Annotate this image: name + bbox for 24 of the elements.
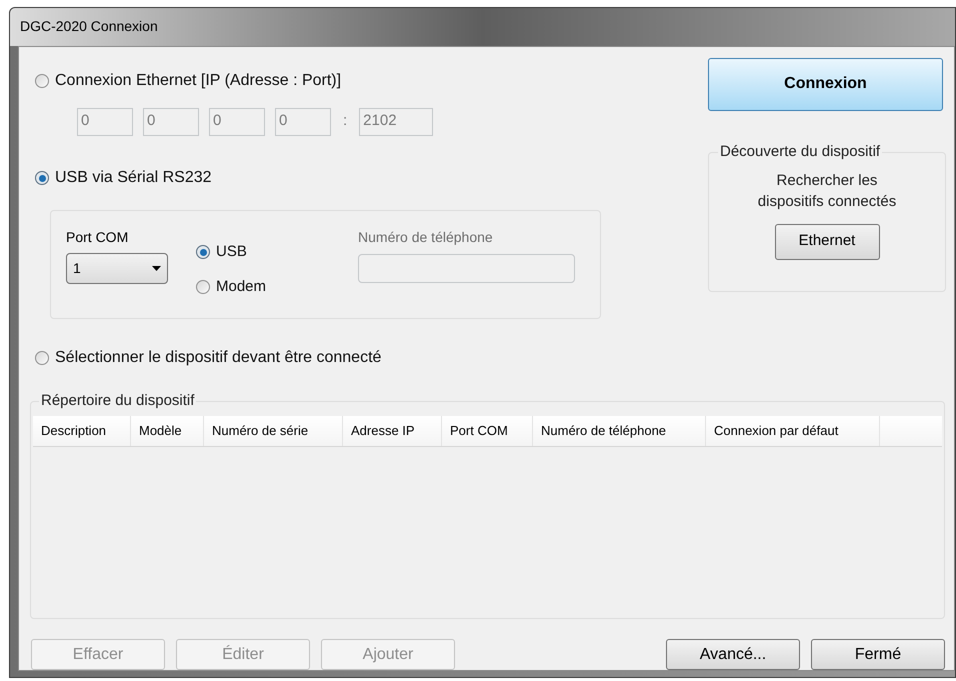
column-header[interactable]: Adresse IP — [343, 416, 442, 446]
column-header[interactable]: Modèle — [131, 416, 204, 446]
phone-label: Numéro de téléphone — [358, 228, 494, 247]
connect-button[interactable]: Connexion — [708, 58, 943, 110]
port-com-label: Port COM — [66, 228, 130, 247]
action-button[interactable]: Avancé... — [666, 639, 800, 670]
column-header[interactable]: Port COM — [442, 416, 533, 446]
action-button[interactable]: Fermé — [811, 639, 945, 670]
column-header[interactable]: Connexion par défaut — [706, 416, 880, 446]
ethernet-button[interactable]: Ethernet — [774, 224, 880, 260]
group-title: Répertoire du dispositif — [39, 392, 196, 410]
link-radio[interactable]: Modem — [196, 276, 266, 298]
port-com-dropdown[interactable]: 1 — [66, 253, 168, 284]
column-header[interactable]: Description — [33, 416, 131, 446]
column-header[interactable]: Numéro de téléphone — [533, 416, 706, 446]
link-radio[interactable]: USB — [196, 241, 266, 264]
discovery-text: Rechercher les dispositifs connectés — [756, 170, 898, 212]
group-title: Découverte du dispositif — [718, 142, 882, 160]
port-separator: : — [343, 111, 348, 132]
directory-radio[interactable]: Sélectionner le dispositif devant être connecté — [35, 346, 382, 370]
caret-icon — [152, 266, 161, 271]
column-header[interactable]: Numéro de série — [204, 416, 343, 446]
serial-radio[interactable]: USB via Sérial RS232 — [35, 166, 212, 190]
window-title: DGC-2020 Connexion — [20, 17, 158, 36]
